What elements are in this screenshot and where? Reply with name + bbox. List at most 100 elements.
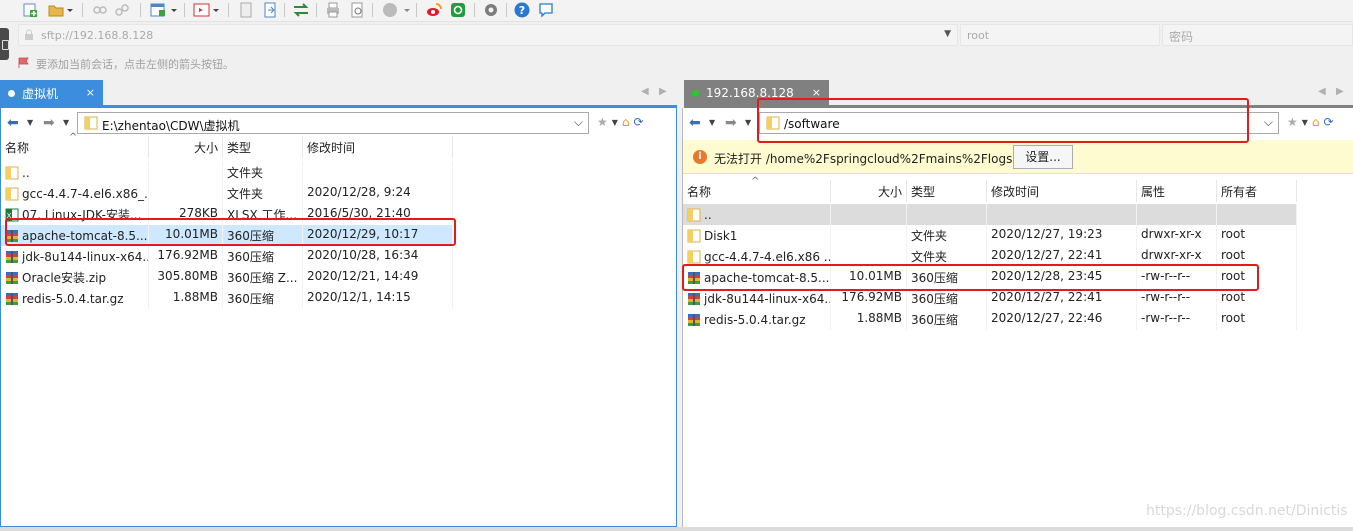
- open-error-bar: i 无法打开 /home%2Fspringcloud%2Fmains%2Flog…: [683, 140, 1353, 174]
- new-window-icon[interactable]: [150, 1, 178, 19]
- remote-path-text: /software: [784, 117, 840, 131]
- column-modified[interactable]: 修改时间: [303, 136, 453, 158]
- settings-icon[interactable]: [483, 1, 499, 19]
- chevron-down-icon[interactable]: ▼: [63, 118, 69, 127]
- chevron-down-icon[interactable]: ⌵: [574, 115, 583, 130]
- local-path-input[interactable]: E:\zhentao\CDW\虚拟机 ⌵: [77, 112, 589, 134]
- tab-scroll-right-icon[interactable]: ▶: [659, 86, 667, 97]
- tab-local-vm[interactable]: 虚拟机 ×: [0, 80, 103, 106]
- column-name[interactable]: 名称 ^: [683, 176, 831, 202]
- chevron-down-icon[interactable]: ▼: [1302, 118, 1308, 127]
- table-row[interactable]: ..: [683, 204, 1297, 225]
- file-name: apache-tomcat-8.5....: [704, 270, 831, 285]
- file-modified: 2020/12/21, 14:49: [303, 267, 453, 288]
- open-folder-icon[interactable]: [48, 1, 74, 19]
- column-owner[interactable]: 所有者: [1217, 180, 1297, 202]
- file-type: 360压缩: [907, 288, 987, 309]
- file-size: [831, 246, 907, 267]
- print-icon[interactable]: [325, 1, 341, 19]
- chevron-down-icon[interactable]: ⌵: [1264, 115, 1273, 130]
- print-preview-icon[interactable]: [349, 1, 365, 19]
- refresh-icon[interactable]: ⟳: [634, 115, 644, 129]
- chevron-down-icon[interactable]: ▼: [944, 29, 951, 39]
- table-row[interactable]: Disk1 文件夹 2020/12/27, 19:23 drwxr-xr-x root: [683, 225, 1297, 246]
- lock-icon: [25, 29, 33, 40]
- paste-icon[interactable]: [262, 1, 278, 19]
- column-type[interactable]: 类型: [223, 136, 303, 158]
- chevron-down-icon[interactable]: ▼: [27, 118, 33, 127]
- new-session-icon[interactable]: [22, 1, 38, 19]
- home-icon[interactable]: ⌂: [622, 115, 630, 129]
- remote-path-input[interactable]: /software ⌵: [759, 112, 1279, 134]
- favorite-star-icon[interactable]: ★: [1287, 115, 1298, 129]
- favorite-star-icon[interactable]: ★: [597, 115, 608, 129]
- back-arrow-icon[interactable]: ⬅: [689, 115, 701, 131]
- file-name: redis-5.0.4.tar.gz: [704, 312, 806, 327]
- host-input[interactable]: sftp://192.168.8.128 ▼: [18, 24, 958, 46]
- local-path-bar: ⬅ ▼ ➡ ▼ E:\zhentao\CDW\虚拟机 ⌵ ★ ▼ ⌂ ⟳: [1, 110, 676, 136]
- table-row[interactable]: .. 文件夹: [1, 162, 453, 183]
- tab-remote-host[interactable]: 192.168.8.128 ×: [684, 80, 829, 106]
- column-modified[interactable]: 修改时间: [987, 180, 1137, 202]
- hint-text: 要添加当前会话，点击左侧的箭头按钮。: [36, 58, 234, 71]
- user-input[interactable]: root: [960, 24, 1160, 46]
- parent-folder-icon: [687, 208, 701, 221]
- status-bar: [0, 527, 1353, 531]
- chevron-down-icon[interactable]: ▼: [709, 118, 715, 127]
- 360-icon[interactable]: [450, 1, 466, 19]
- tab-scroll-left-icon[interactable]: ◀: [1318, 86, 1326, 97]
- table-row[interactable]: jdk-8u144-linux-x64... 176.92MB 360压缩 2020/…: [1, 246, 453, 267]
- record-icon[interactable]: [382, 1, 412, 19]
- file-modified: 2020/12/28, 23:45: [987, 267, 1137, 288]
- file-attrs: drwxr-xr-x: [1137, 246, 1217, 267]
- table-row[interactable]: apache-tomcat-8.5.... 10.01MB 360压缩 2020/12…: [1, 225, 453, 246]
- password-input[interactable]: 密码: [1162, 24, 1353, 46]
- file-type: 文件夹: [223, 183, 303, 204]
- file-owner: [1217, 204, 1297, 225]
- file-modified: 2016/5/30, 21:40: [303, 204, 453, 225]
- help-icon[interactable]: ?: [514, 1, 530, 19]
- disconnect-icon[interactable]: [92, 1, 108, 19]
- copy-icon[interactable]: [238, 1, 254, 19]
- chevron-down-icon[interactable]: ▼: [745, 118, 751, 127]
- column-size[interactable]: 大小: [831, 180, 907, 202]
- file-name: jdk-8u144-linux-x64...: [704, 291, 831, 306]
- column-attributes[interactable]: 属性: [1137, 180, 1217, 202]
- forward-arrow-icon[interactable]: ➡: [725, 115, 737, 131]
- reconnect-icon[interactable]: [114, 1, 130, 19]
- column-type[interactable]: 类型: [907, 180, 987, 202]
- table-row[interactable]: X 07. Linux-JDK-安装... 278KB XLSX 工作... 2016/…: [1, 204, 453, 225]
- table-row[interactable]: gcc-4.4.7-4.el6.x86 ... 文件夹 2020/12/27, 22…: [683, 246, 1297, 267]
- column-name[interactable]: 名称 ^: [1, 132, 149, 158]
- file-name: ..: [22, 165, 30, 180]
- close-icon[interactable]: ×: [86, 86, 95, 99]
- tab-scroll-right-icon[interactable]: ▶: [1336, 86, 1344, 97]
- file-type: 文件夹: [223, 162, 303, 183]
- table-row[interactable]: redis-5.0.4.tar.gz 1.88MB 360压缩 2020/12/1, …: [1, 288, 453, 309]
- table-row[interactable]: apache-tomcat-8.5.... 10.01MB 360压缩 2020/12…: [683, 267, 1297, 288]
- table-row[interactable]: gcc-4.4.7-4.el6.x86_... 文件夹 2020/12/28, 9:…: [1, 183, 453, 204]
- archive-icon: [688, 292, 700, 305]
- local-path-actions: ★ ▼ ⌂ ⟳: [597, 115, 644, 129]
- sync-icon[interactable]: [292, 1, 310, 19]
- file-name: redis-5.0.4.tar.gz: [22, 291, 124, 306]
- chat-icon[interactable]: [538, 1, 554, 19]
- tab-scroll-left-icon[interactable]: ◀: [641, 86, 649, 97]
- terminal-icon[interactable]: [193, 1, 221, 19]
- table-row[interactable]: Oracle安装.zip 305.80MB 360压缩 Z... 2020/12/21…: [1, 267, 453, 288]
- file-modified: 2020/12/1, 14:15: [303, 288, 453, 309]
- table-row[interactable]: redis-5.0.4.tar.gz 1.88MB 360压缩 2020/12/27,…: [683, 309, 1297, 330]
- table-row[interactable]: jdk-8u144-linux-x64... 176.92MB 360压缩 2020/…: [683, 288, 1297, 309]
- home-icon[interactable]: ⌂: [1312, 115, 1320, 129]
- back-arrow-icon[interactable]: ⬅: [7, 115, 19, 131]
- forward-arrow-icon[interactable]: ➡: [43, 115, 55, 131]
- chevron-down-icon[interactable]: ▼: [612, 118, 618, 127]
- column-size[interactable]: 大小: [149, 136, 223, 158]
- svg-text:?: ?: [519, 4, 525, 17]
- file-size: 1.88MB: [149, 288, 223, 309]
- close-icon[interactable]: ×: [812, 86, 821, 99]
- weibo-icon[interactable]: [426, 1, 442, 19]
- local-path-text: E:\zhentao\CDW\虚拟机: [102, 119, 240, 133]
- refresh-icon[interactable]: ⟳: [1324, 115, 1334, 129]
- settings-button[interactable]: 设置...: [1013, 145, 1073, 169]
